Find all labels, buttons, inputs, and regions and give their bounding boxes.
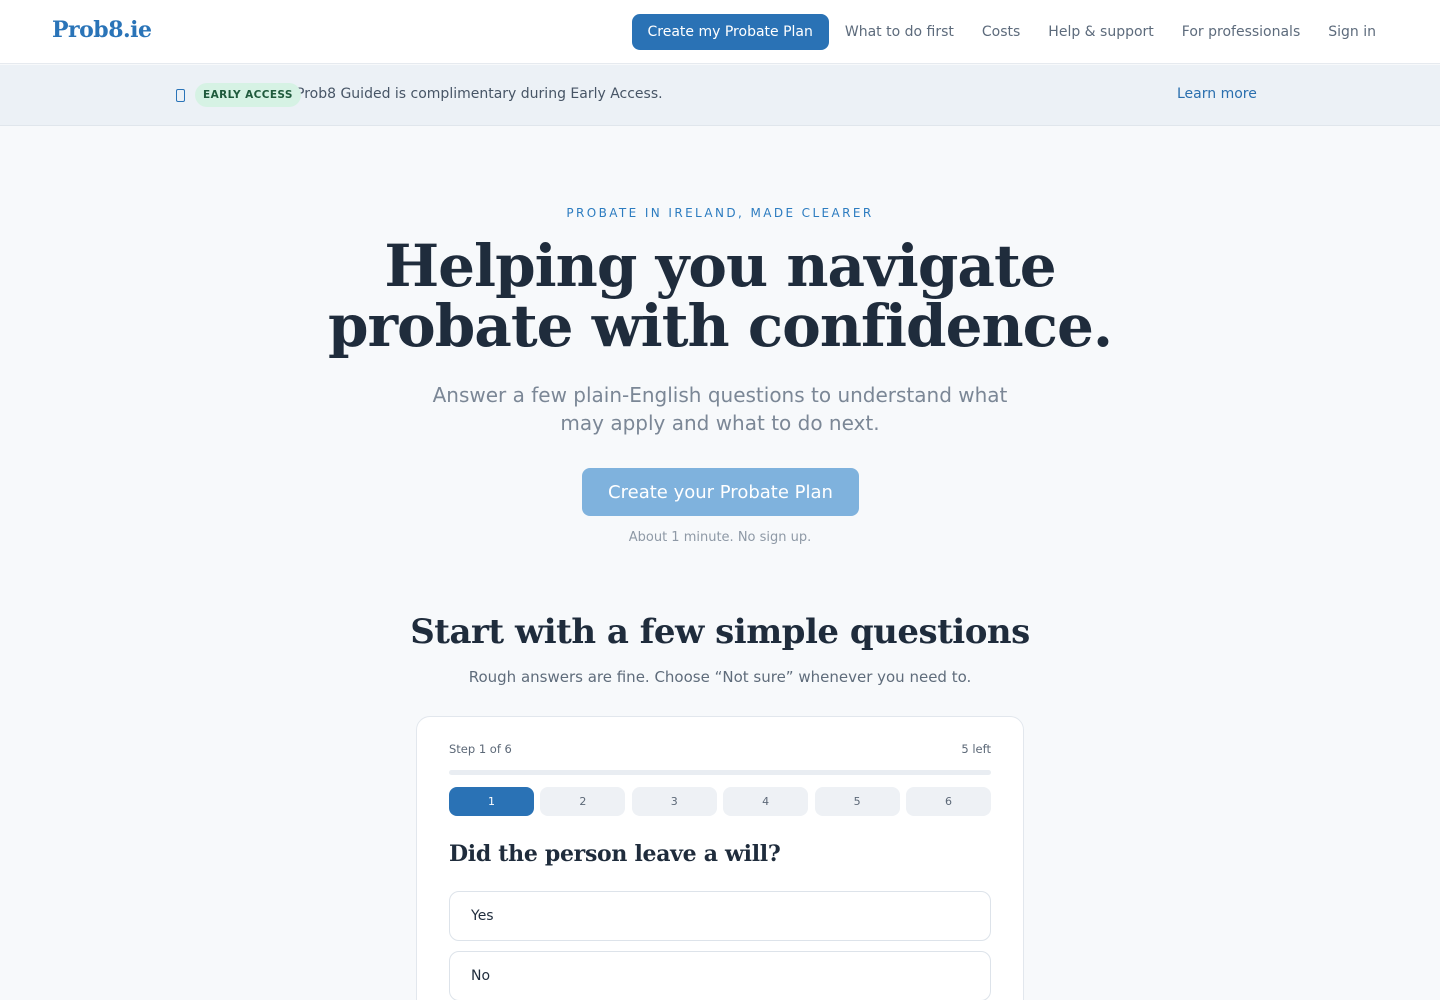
- learn-more-link[interactable]: Learn more: [1177, 86, 1257, 102]
- questions-subtitle: Rough answers are fine. Choose “Not sure…: [468, 668, 972, 686]
- main-nav: Create my Probate Plan What to do first …: [631, 14, 1376, 50]
- nav-what-to-do-first[interactable]: What to do first: [845, 24, 954, 40]
- steps-left: 5 left: [961, 742, 991, 756]
- early-access-badge: EARLY ACCESS: [195, 83, 301, 107]
- step-pill-4[interactable]: 4: [723, 787, 809, 816]
- site-logo[interactable]: Prob8.ie: [52, 17, 152, 43]
- nav-costs[interactable]: Costs: [982, 24, 1020, 40]
- banner-message: Prob8 Guided is complimentary during Ear…: [296, 86, 663, 102]
- hero-title: Helping you navigate probate with confid…: [327, 232, 1113, 360]
- create-plan-button[interactable]: Create my Probate Plan: [631, 14, 829, 50]
- step-pills: 1 2 3 4 5 6: [449, 787, 991, 816]
- nav-help-support[interactable]: Help & support: [1048, 24, 1154, 40]
- step-pill-5[interactable]: 5: [814, 787, 900, 816]
- question-text: Did the person leave a will?: [449, 841, 781, 867]
- nav-sign-in[interactable]: Sign in: [1328, 24, 1376, 40]
- question-card: Step 1 of 6 5 left 1 2 3 4 5 6 Did the p…: [416, 716, 1024, 1000]
- hero-subtitle: Answer a few plain-English questions to …: [432, 383, 1008, 435]
- step-pill-3[interactable]: 3: [631, 787, 717, 816]
- info-icon: [176, 89, 185, 102]
- step-pill-6[interactable]: 6: [905, 787, 991, 816]
- progress-bar: [449, 770, 991, 775]
- option-no[interactable]: No: [449, 951, 991, 1000]
- questions-title: Start with a few simple questions: [410, 612, 1030, 652]
- create-your-plan-button[interactable]: Create your Probate Plan: [582, 468, 859, 516]
- step-pill-2[interactable]: 2: [540, 787, 626, 816]
- hero-note: About 1 minute. No sign up.: [628, 530, 812, 545]
- step-label: Step 1 of 6: [449, 742, 512, 756]
- nav-for-professionals[interactable]: For professionals: [1182, 24, 1300, 40]
- site-header: Prob8.ie Create my Probate Plan What to …: [0, 0, 1440, 64]
- hero-eyebrow: PROBATE IN IRELAND, MADE CLEARER: [566, 206, 874, 220]
- option-yes[interactable]: Yes: [449, 891, 991, 941]
- step-pill-1[interactable]: 1: [449, 787, 534, 816]
